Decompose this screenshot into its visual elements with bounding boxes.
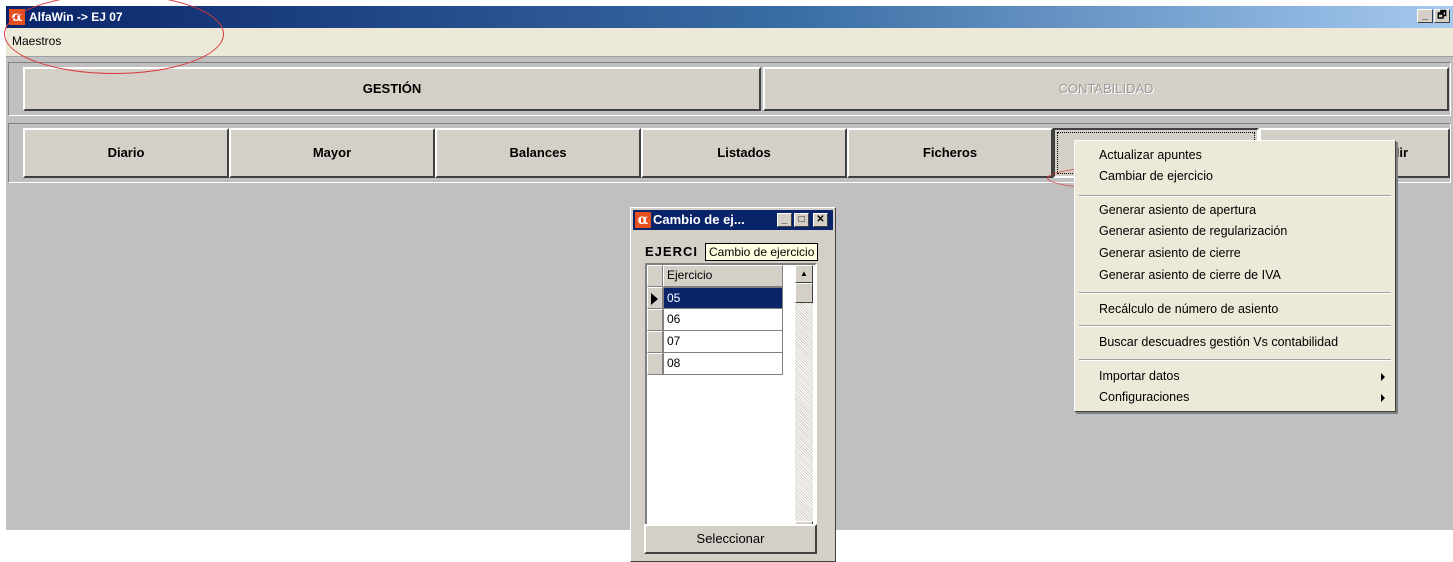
dialog-minimize-button[interactable]: _ <box>777 213 792 227</box>
menu-separator <box>1079 292 1391 294</box>
utilidades-popup-menu: Actualizar apuntes Cambiar de ejercicio … <box>1074 140 1396 412</box>
seleccionar-button[interactable]: Seleccionar <box>644 524 817 554</box>
minimize-button[interactable]: _ <box>1417 9 1433 23</box>
dialog-close-button[interactable]: ✕ <box>813 213 828 227</box>
app-logo-icon: α <box>635 212 651 228</box>
table-row[interactable]: 06 <box>663 309 783 331</box>
menu-item-recalculo-asiento[interactable]: Recálculo de número de asiento <box>1099 302 1278 316</box>
diario-button[interactable]: Diario <box>23 128 229 178</box>
vertical-scrollbar[interactable]: ▲ ▼ <box>795 265 813 539</box>
row-indicator[interactable] <box>647 331 663 353</box>
dialog-maximize-button[interactable]: □ <box>794 213 809 227</box>
balances-button[interactable]: Balances <box>435 128 641 178</box>
submenu-arrow-icon <box>1381 373 1385 381</box>
table-row[interactable]: 07 <box>663 331 783 353</box>
menu-separator <box>1079 325 1391 327</box>
menu-item-actualizar-apuntes[interactable]: Actualizar apuntes <box>1099 148 1202 162</box>
row-indicator[interactable] <box>647 309 663 331</box>
submenu-arrow-icon <box>1381 394 1385 402</box>
ejercicio-grid[interactable]: Ejercicio 05 06 07 08 ▲ ▼ <box>645 263 817 541</box>
dialog-title: Cambio de ej... <box>653 212 745 227</box>
module-strip: GESTIÓN CONTABILIDAD <box>8 62 1451 116</box>
ejercicio-label: EJERCI <box>645 244 698 259</box>
restore-button[interactable]: 🗗 <box>1434 9 1450 23</box>
menu-item-cambiar-ejercicio[interactable]: Cambiar de ejercicio <box>1099 169 1213 183</box>
menu-bar: Maestros <box>6 28 1453 57</box>
row-indicator[interactable] <box>647 353 663 375</box>
table-row[interactable]: 08 <box>663 353 783 375</box>
module-gestion-button[interactable]: GESTIÓN <box>23 67 761 111</box>
menu-item-asiento-regularizacion[interactable]: Generar asiento de regularización <box>1099 224 1287 238</box>
mayor-button[interactable]: Mayor <box>229 128 435 178</box>
tooltip: Cambio de ejercicio <box>705 243 819 261</box>
scroll-up-button[interactable]: ▲ <box>795 265 813 283</box>
menu-item-asiento-cierre-iva[interactable]: Generar asiento de cierre de IVA <box>1099 268 1281 282</box>
listados-button[interactable]: Listados <box>641 128 847 178</box>
menu-separator <box>1079 359 1391 361</box>
app-logo-icon: α <box>9 9 25 25</box>
grid-corner <box>647 265 663 287</box>
window-title: AlfaWin -> EJ 07 <box>29 10 123 24</box>
menu-item-importar-datos[interactable]: Importar datos <box>1099 369 1180 383</box>
menu-item-asiento-apertura[interactable]: Generar asiento de apertura <box>1099 203 1256 217</box>
row-indicator[interactable] <box>647 287 663 309</box>
scroll-thumb[interactable] <box>795 283 813 303</box>
table-row[interactable]: 05 <box>663 287 783 309</box>
menu-separator <box>1079 195 1391 197</box>
column-header-ejercicio[interactable]: Ejercicio <box>663 265 783 287</box>
ficheros-button[interactable]: Ficheros <box>847 128 1053 178</box>
menu-item-buscar-descuadres[interactable]: Buscar descuadres gestión Vs contabilida… <box>1099 335 1338 349</box>
title-bar[interactable]: α AlfaWin -> EJ 07 _ 🗗 <box>6 6 1453 28</box>
menu-item-configuraciones[interactable]: Configuraciones <box>1099 390 1189 404</box>
module-contabilidad-button: CONTABILIDAD <box>763 67 1449 111</box>
current-row-arrow-icon <box>651 293 658 305</box>
menu-maestros[interactable]: Maestros <box>12 34 61 48</box>
menu-item-asiento-cierre[interactable]: Generar asiento de cierre <box>1099 246 1241 260</box>
dialog-title-bar[interactable]: α Cambio de ej... _ □ ✕ <box>633 210 833 230</box>
